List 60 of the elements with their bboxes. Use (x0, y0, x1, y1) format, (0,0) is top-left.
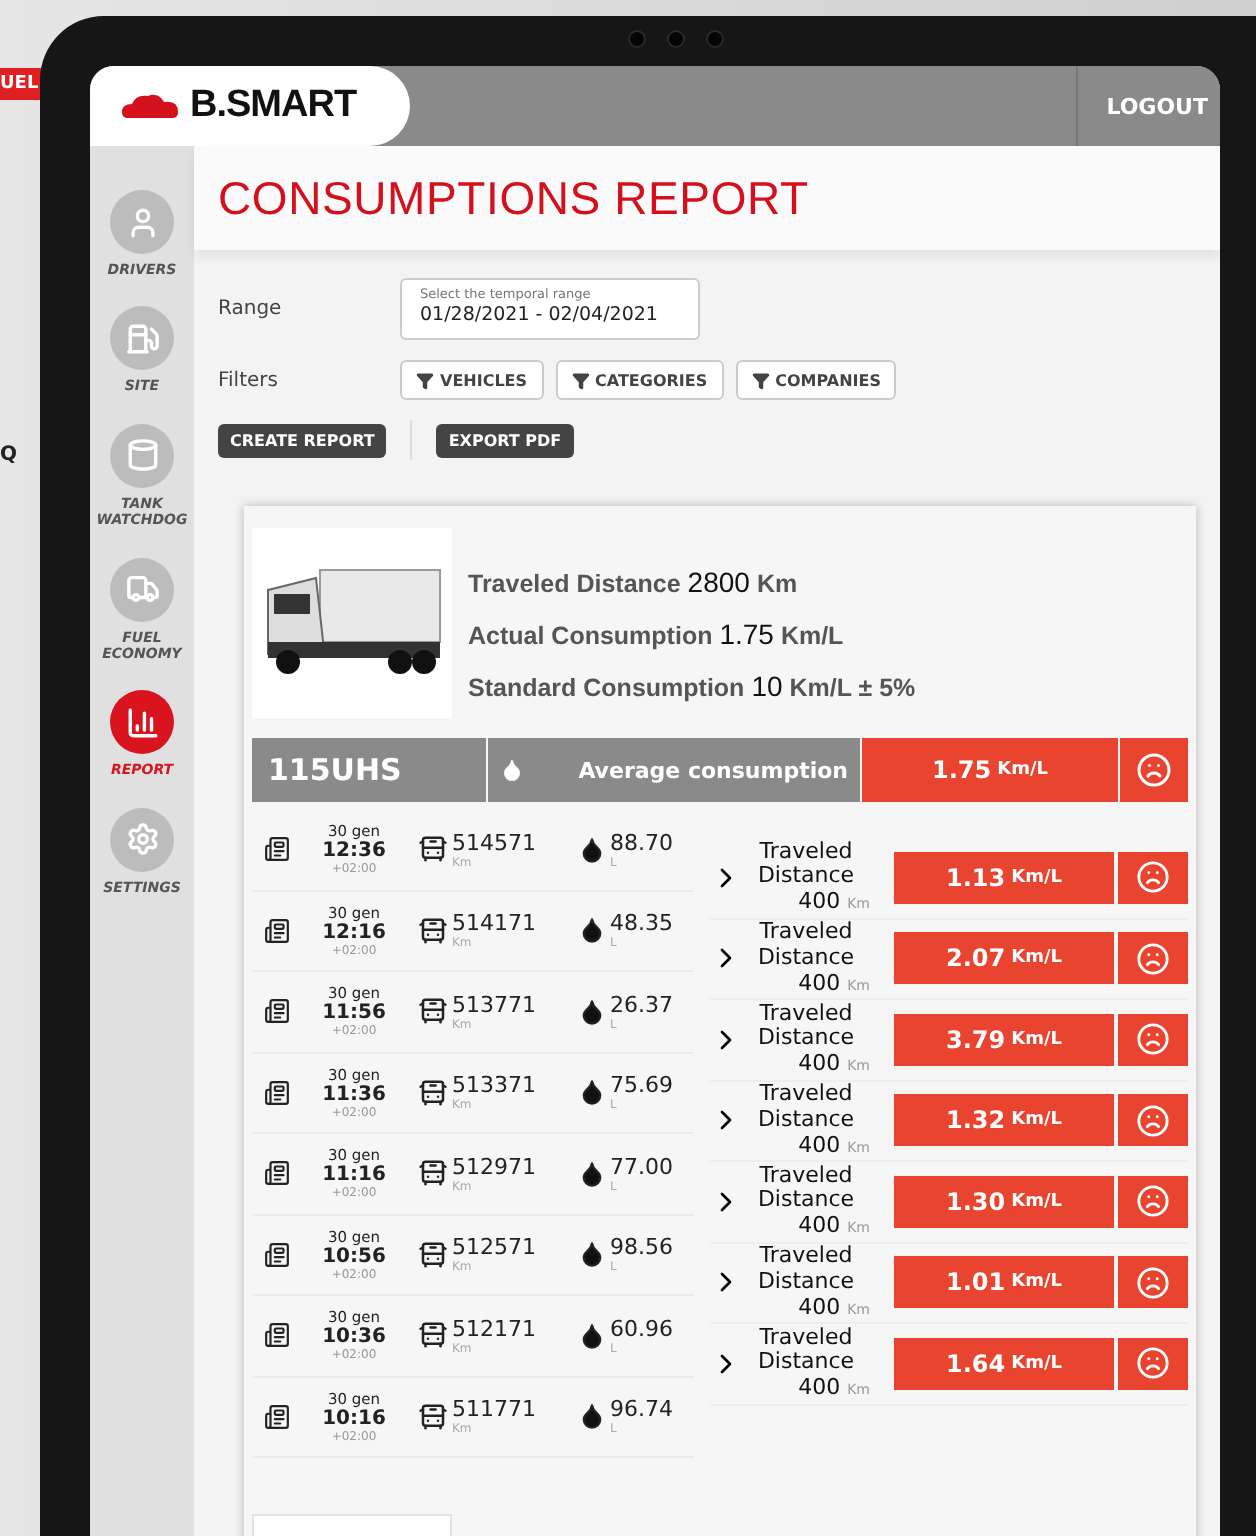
sad-face-icon (1136, 1103, 1170, 1138)
background-text: Q (0, 444, 18, 466)
create-report-button[interactable]: CREATE REPORT (218, 423, 387, 457)
log-icon (264, 998, 290, 1025)
user-icon (125, 205, 159, 239)
drop-icon (578, 835, 606, 864)
filters-label: Filters (218, 369, 280, 391)
segment-consumption: 2.07 Km/L (894, 932, 1114, 985)
log-icon (264, 836, 290, 863)
drop-icon (500, 758, 524, 782)
fuel-pump-icon (125, 321, 159, 356)
segment-consumption: 1.30 Km/L (894, 1175, 1114, 1228)
sad-face-icon (1136, 1346, 1170, 1381)
drop-icon (578, 1240, 606, 1269)
drop-icon (578, 1402, 606, 1431)
bar-chart-icon (125, 705, 159, 740)
drop-icon (578, 1078, 606, 1107)
truck-icon (125, 572, 159, 607)
logo: B.SMART (90, 66, 410, 146)
filter-button[interactable]: VEHICLES (400, 360, 544, 400)
vehicle-stat: Actual Consumption 1.75 Km/L (468, 618, 846, 650)
segment-consumption: 1.64 Km/L (894, 1337, 1114, 1390)
sad-face-icon (1136, 1184, 1170, 1219)
vehicle-stat: Traveled Distance 2800 Km (468, 566, 800, 598)
log-icon (264, 1322, 290, 1349)
sad-face-icon (1136, 1022, 1170, 1057)
background-badge: UEL (0, 68, 45, 100)
sad-face-icon (1136, 752, 1172, 788)
log-icon (264, 1079, 290, 1106)
settings-icon (125, 822, 159, 857)
cylinder-icon (125, 438, 159, 473)
log-icon (264, 1241, 290, 1268)
logout-button[interactable]: LOGOUT (1076, 66, 1220, 146)
drop-icon (578, 1321, 606, 1350)
log-icon (264, 1160, 290, 1187)
average-label-cell: Average consumption (488, 738, 860, 802)
vehicle-stat: Standard Consumption 10 Km/L ± 5% (468, 670, 916, 702)
drop-icon (578, 997, 606, 1026)
export-pdf-button[interactable]: EXPORT PDF (436, 423, 574, 457)
sad-face-icon (1136, 1265, 1170, 1300)
page-title: CONSUMPTIONS REPORT (218, 171, 809, 225)
camera-drawing (628, 29, 724, 47)
average-value: 1.75 Km/L (862, 738, 1118, 802)
filter-icon (751, 371, 770, 389)
segment-consumption: 3.79 Km/L (894, 1013, 1114, 1066)
segment-consumption: 1.13 Km/L (894, 851, 1114, 904)
range-label: Range (218, 298, 284, 320)
plate-number: 115UHS (252, 738, 486, 802)
log-icon (264, 1403, 290, 1430)
filter-button[interactable]: CATEGORIES (555, 360, 724, 400)
log-icon (264, 917, 290, 944)
segment-consumption: 1.01 Km/L (894, 1256, 1114, 1309)
filter-button[interactable]: COMPANIES (735, 360, 897, 400)
drop-icon (578, 916, 606, 945)
sad-face-icon (1136, 860, 1170, 895)
drop-icon (578, 1159, 606, 1188)
filter-icon (416, 371, 434, 389)
filter-icon (571, 371, 590, 389)
segment-consumption: 1.32 Km/L (894, 1094, 1114, 1147)
sad-face-icon (1136, 941, 1170, 976)
